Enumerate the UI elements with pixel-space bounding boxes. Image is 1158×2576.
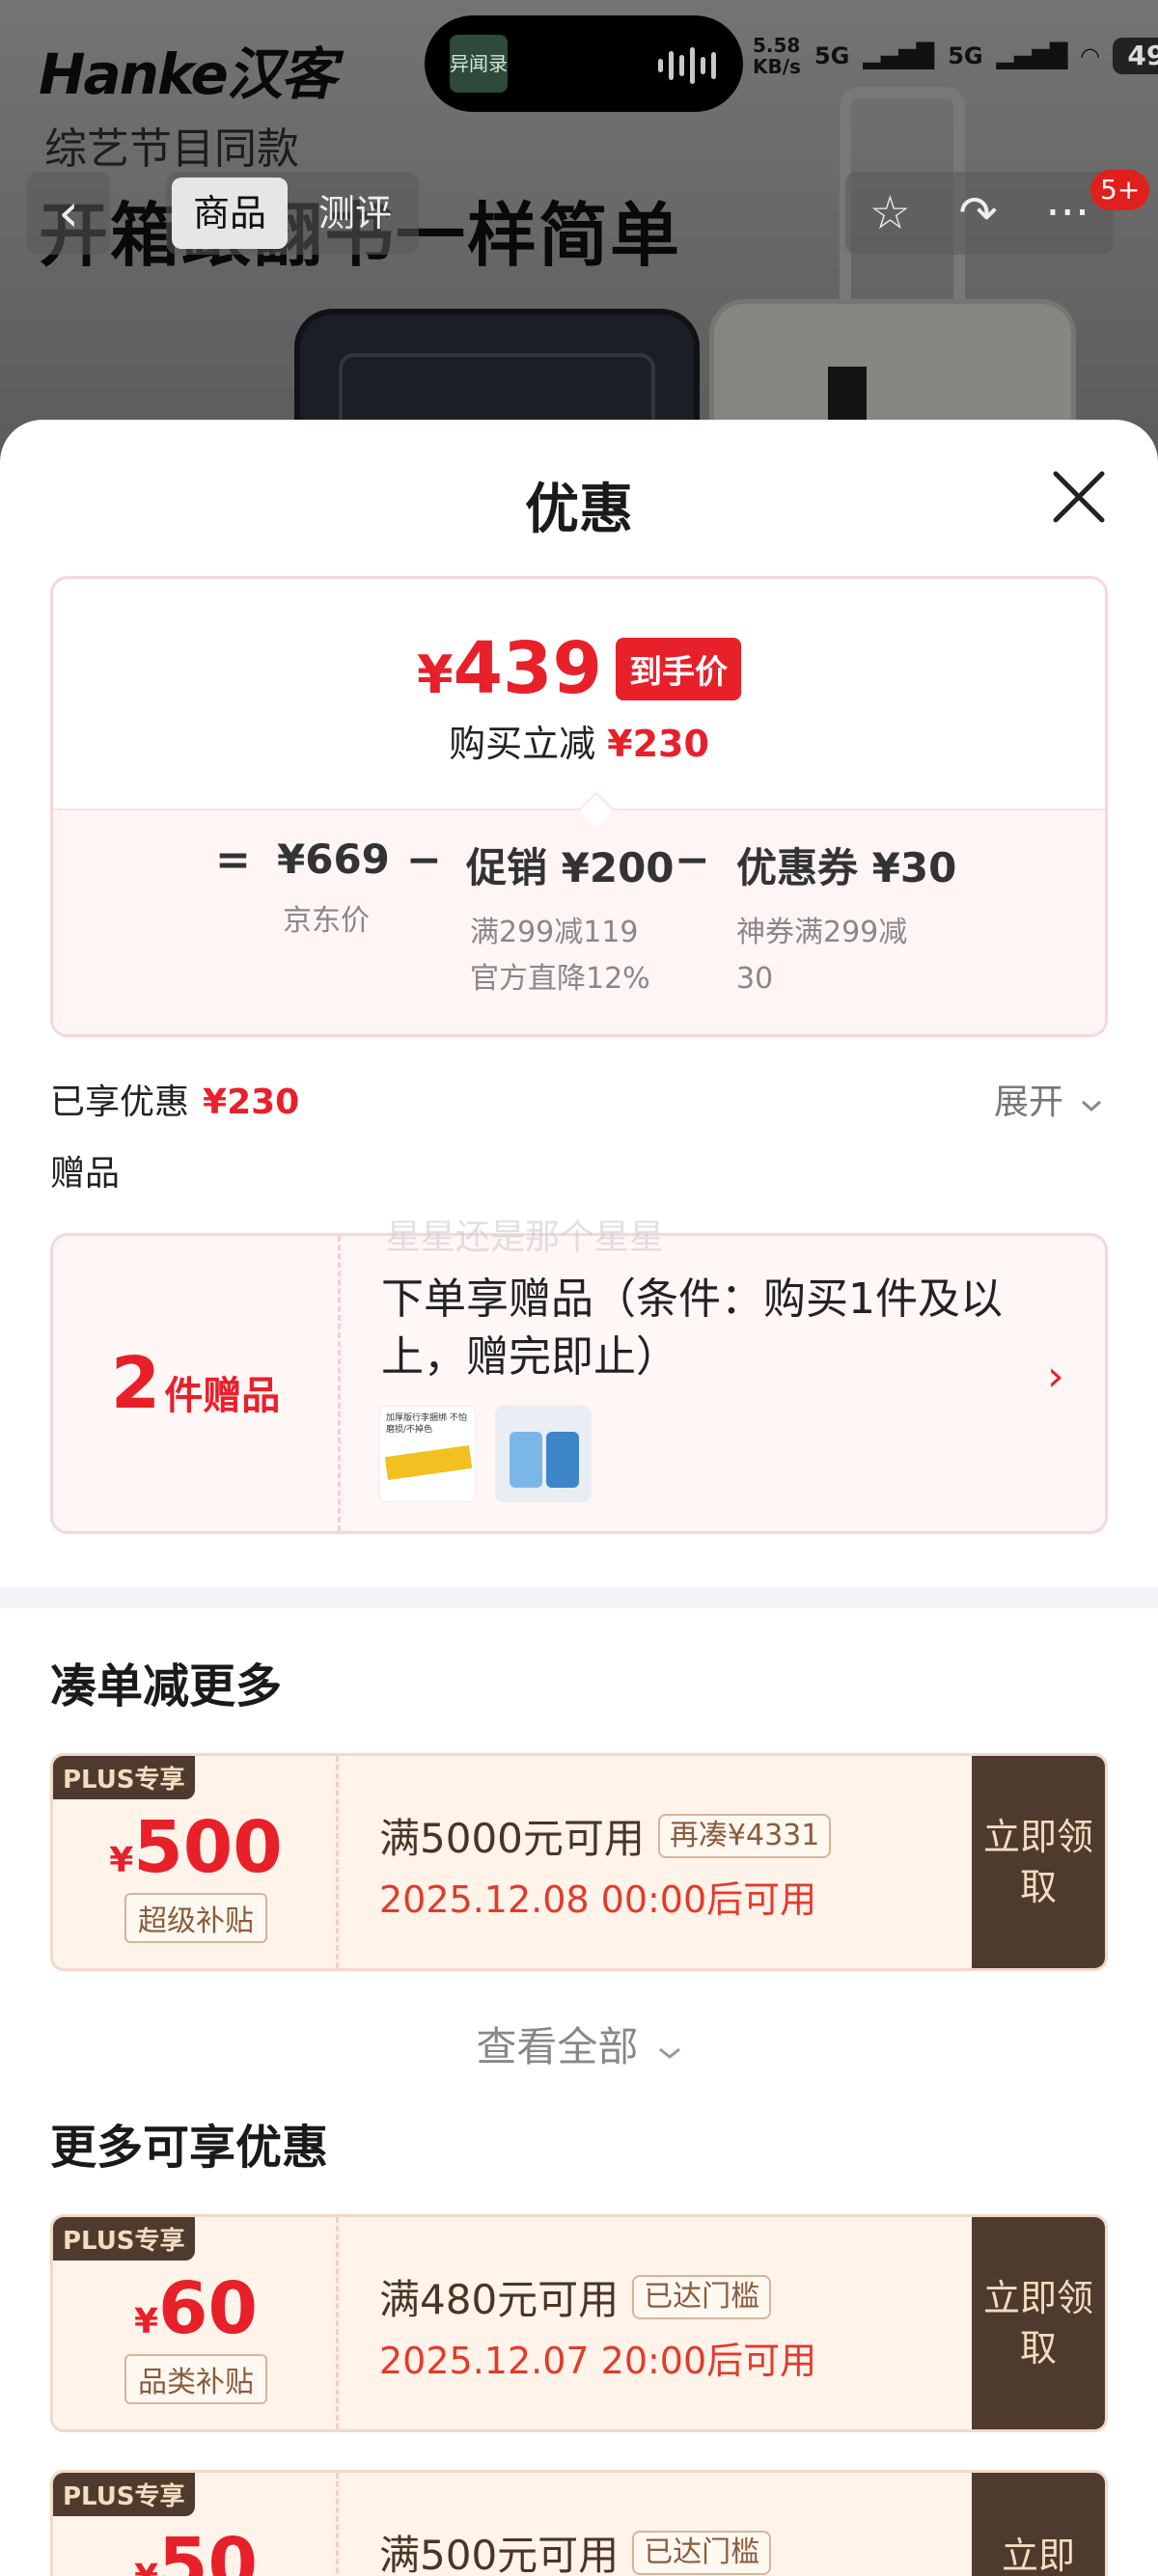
price-formula-section: = ¥669 京东价 − 促销 ¥200 满299减119 官方直降12% − … xyxy=(53,791,1105,1034)
coupon-time: 2025.12.08 00:00后可用 xyxy=(379,1878,817,1921)
expand-button[interactable]: 展开 xyxy=(994,1074,1103,1124)
equals-sign: = xyxy=(215,836,251,885)
signal-bars-icon-2: ▂▄▆█ xyxy=(996,42,1068,69)
coupon-card: PLUS专享 ¥500 超级补贴 满5000元可用 再凑¥4331 2025.1… xyxy=(50,1753,1108,1971)
coupon-amount: ¥60 xyxy=(133,2267,259,2350)
jd-price: ¥669 xyxy=(277,836,390,883)
coupon-pill: 已达门槛 xyxy=(632,2530,772,2575)
dynamic-island: 异闻录 xyxy=(425,15,743,112)
view-all-button[interactable]: 查看全部 xyxy=(0,2014,1158,2073)
save-amount: ¥230 xyxy=(607,723,709,765)
chevron-down-icon xyxy=(1082,1100,1102,1112)
coupon-pill: 再凑¥4331 xyxy=(657,1813,832,1858)
wifi-icon: ◠ xyxy=(1081,42,1099,69)
more-icon[interactable]: ··· xyxy=(1045,186,1089,240)
star-icon[interactable]: ☆ xyxy=(869,186,911,240)
plus-badge: PLUS专享 xyxy=(53,1756,195,1799)
final-price-tag: 到手价 xyxy=(616,637,742,700)
minus-sign: − xyxy=(406,836,442,885)
section-title-combine: 凑单减更多 xyxy=(50,1659,283,1713)
chevron-right-icon: › xyxy=(1047,1352,1064,1401)
coupon-card: PLUS专享 ¥50 满500元可用 已达门槛 立即 xyxy=(50,2470,1108,2576)
share-icon[interactable]: ↷ xyxy=(959,186,998,240)
coupon-time: 2025.12.07 20:00后可用 xyxy=(379,2340,817,2382)
signal-5g-icon: 5G xyxy=(813,42,850,69)
price-breakdown-card: ¥439 到手价 购买立减 ¥230 = ¥669 京东价 − 促销 ¥200 xyxy=(50,576,1108,1037)
coupon-type: 品类补贴 xyxy=(53,2354,339,2404)
chevron-down-icon xyxy=(658,2047,680,2059)
back-button[interactable]: ‹ xyxy=(27,172,110,255)
gift-thumb-tags xyxy=(495,1406,592,1502)
coupon-value: 优惠券 ¥30 xyxy=(736,844,957,891)
coupon-condition: 满5000元可用 再凑¥4331 xyxy=(379,1806,832,1865)
sheet-title: 优惠 xyxy=(525,479,633,541)
chevron-left-icon: ‹ xyxy=(58,182,79,243)
promo-item: 促销 ¥200 满299减119 官方直降12% xyxy=(466,836,675,1002)
nav-tabs: 商品 测评 xyxy=(166,172,420,255)
coupon-detail: 神券满299减 30 xyxy=(736,916,908,996)
minus-sign-2: − xyxy=(675,836,710,885)
signal-5g-icon-2: 5G xyxy=(948,42,983,69)
close-icon[interactable] xyxy=(1050,468,1108,526)
coupon-condition: 满480元可用 已达门槛 xyxy=(379,2267,772,2326)
section-title-more: 更多可享优惠 xyxy=(50,2121,329,2175)
gift-heading: 赠品 xyxy=(50,1154,121,1193)
coupon-amount-area: PLUS专享 ¥50 xyxy=(53,2473,339,2576)
enjoyed-amount: ¥230 xyxy=(203,1082,300,1122)
instant-save-line: 购买立减 ¥230 xyxy=(449,723,709,765)
plus-badge: PLUS专享 xyxy=(53,2473,195,2516)
coupon-amount: ¥50 xyxy=(134,2523,259,2576)
tab-review[interactable]: 测评 xyxy=(297,178,413,249)
message-badge: 5+ xyxy=(1090,170,1150,210)
gift-thumbnails: 加厚版行李捆绑 不怕磨损/不掉色 xyxy=(379,1406,592,1502)
battery-icon: 49 xyxy=(1112,38,1158,74)
coupon-card: PLUS专享 ¥60 品类补贴 满480元可用 已达门槛 2025.12.07 … xyxy=(50,2214,1108,2432)
final-price-section: ¥439 到手价 购买立减 ¥230 xyxy=(53,579,1105,808)
gift-card[interactable]: 2 件赠品 下单享赠品（条件：购买1件及以上，赠完即止） 加厚版行李捆绑 不怕磨损… xyxy=(50,1233,1108,1534)
watermark: 星星还是那个星星 xyxy=(386,1218,665,1257)
nav-actions: ☆ ↷ ··· xyxy=(845,172,1114,255)
coupon-type: 超级补贴 xyxy=(53,1893,339,1943)
promo-value: 促销 ¥200 xyxy=(466,844,675,891)
gift-count: 2 件赠品 xyxy=(53,1236,341,1531)
tab-product[interactable]: 商品 xyxy=(172,178,289,249)
coupon-condition: 满500元可用 已达门槛 xyxy=(379,2523,772,2576)
status-indicators: 5.58 KB/s 5G ▂▄▆█ 5G ▂▄▆█ ◠ 49 xyxy=(753,35,1158,77)
claim-button[interactable]: 立即领取 xyxy=(972,2217,1105,2429)
coupon-amount-area: PLUS专享 ¥60 品类补贴 xyxy=(53,2217,339,2429)
network-speed: 5.58 KB/s xyxy=(753,34,801,78)
final-price: ¥439 xyxy=(416,627,603,710)
promo-detail: 满299减119 官方直降12% xyxy=(470,916,650,996)
audio-wave-icon xyxy=(658,46,716,85)
music-cover-icon: 异闻录 xyxy=(450,35,508,93)
coupon-amount-area: PLUS专享 ¥500 超级补贴 xyxy=(53,1756,339,1968)
discount-sheet: 优惠 ¥439 到手价 购买立减 ¥230 = ¥669 京东价 − 促销 ¥2… xyxy=(0,420,1158,2576)
coupon-amount: ¥500 xyxy=(109,1806,283,1889)
section-divider xyxy=(0,1587,1158,1608)
jd-price-item: ¥669 京东价 xyxy=(277,836,390,945)
claim-button[interactable]: 立即领取 xyxy=(972,1756,1105,1968)
coupon-pill: 已达门槛 xyxy=(632,2274,772,2319)
coupon-item: 优惠券 ¥30 神券满299减 30 xyxy=(736,836,956,1002)
claim-button[interactable]: 立即 xyxy=(972,2473,1105,2576)
gift-description: 下单享赠品（条件：购买1件及以上，赠完即止） xyxy=(381,1274,1003,1382)
gift-thumb-strap: 加厚版行李捆绑 不怕磨损/不掉色 xyxy=(379,1406,476,1502)
plus-badge: PLUS专享 xyxy=(53,2217,195,2261)
enjoyed-discount: 已享优惠 ¥230 xyxy=(50,1082,300,1122)
jd-price-label: 京东价 xyxy=(283,904,370,938)
signal-bars-icon: ▂▄▆█ xyxy=(863,42,935,69)
